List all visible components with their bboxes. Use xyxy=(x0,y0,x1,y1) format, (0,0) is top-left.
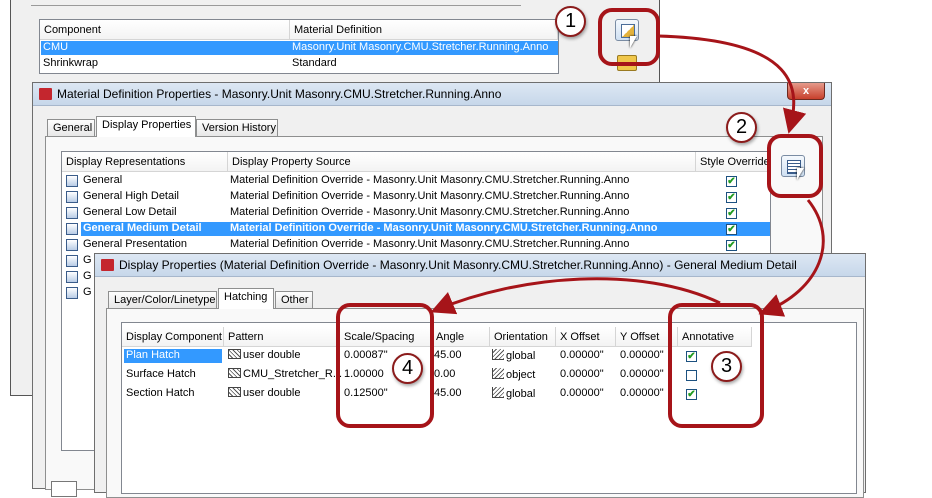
arrow-1-to-2 xyxy=(657,34,807,134)
mouse-cursor-icon xyxy=(630,36,637,48)
callout-badge-1: 1 xyxy=(555,6,586,37)
callout-box-1 xyxy=(598,8,660,66)
callout-badge-2: 2 xyxy=(726,112,757,143)
callout-badge-3: 3 xyxy=(711,351,742,382)
tab-display-properties[interactable]: Display Properties xyxy=(96,116,196,137)
arrow-2-to-3 xyxy=(758,199,825,317)
callout-box-2 xyxy=(767,134,823,198)
tab-hatching[interactable]: Hatching xyxy=(218,288,274,309)
callout-badge-4: 4 xyxy=(392,353,423,384)
callout-arrows xyxy=(430,34,825,317)
mouse-cursor-icon xyxy=(797,168,804,180)
